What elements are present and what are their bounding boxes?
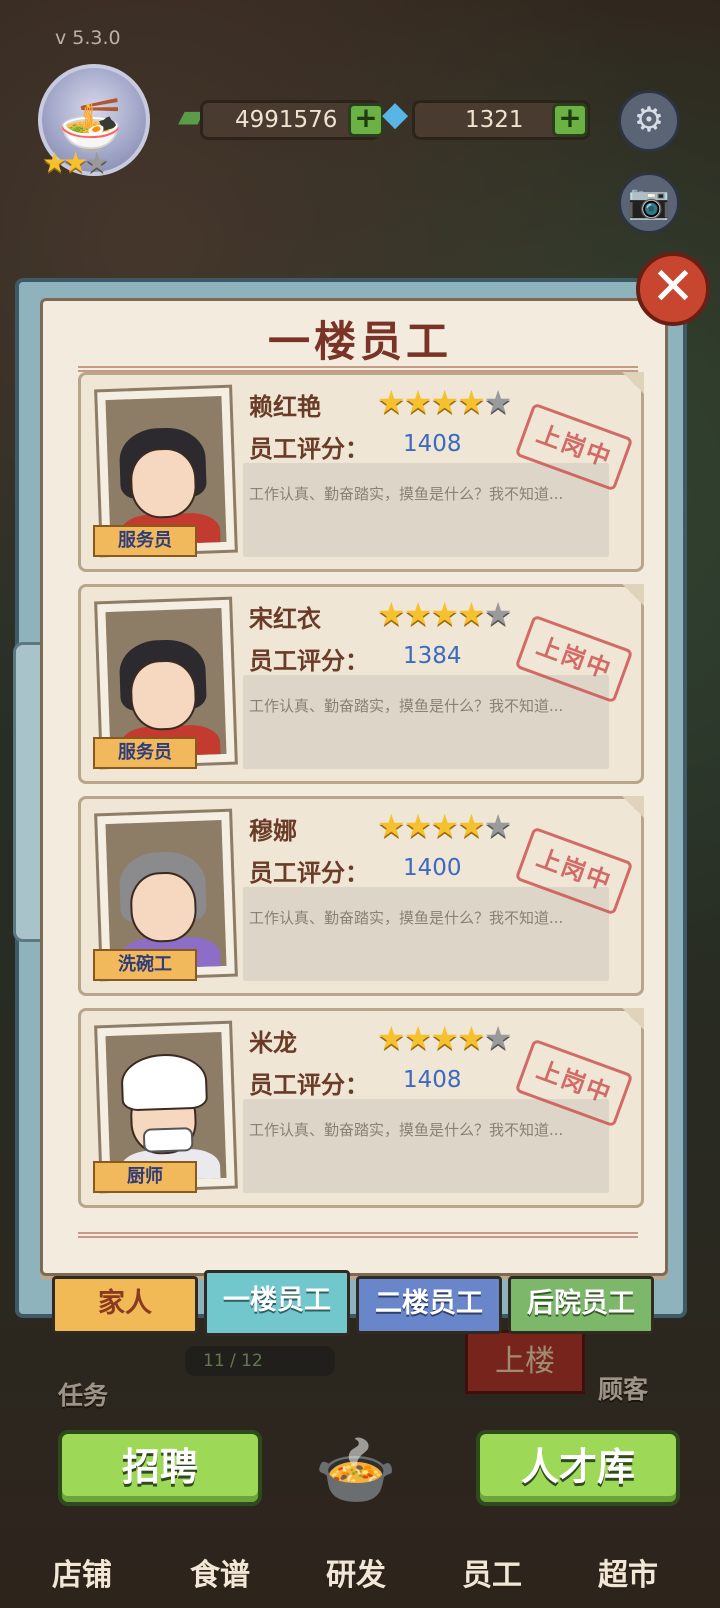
face [129, 658, 198, 732]
nav-staff[interactable]: 员工 [462, 1550, 522, 1594]
score-label: 员工评分： [249, 647, 369, 675]
employee-stars: ★★★★★ [377, 595, 512, 633]
score-label: 员工评分： [249, 435, 369, 463]
score-value: 1384 [403, 643, 462, 669]
rank-stars: ★★★ [42, 146, 109, 179]
restaurant-rank-badge[interactable]: 🍜 ★★★ [28, 60, 160, 190]
employee-description: 工作认真、勤奋踏实，摸鱼是什么？我不知道... [249, 485, 564, 503]
score-value: 1408 [403, 431, 462, 457]
employee-description: 工作认真、勤奋踏实，摸鱼是什么？我不知道... [249, 909, 564, 927]
score-value: 1400 [403, 855, 462, 881]
employee-card[interactable]: 厨师 米龙 ★★★★★ 员工评分： 1408 工作认真、勤奋踏实，摸鱼是什么？我… [78, 1008, 644, 1208]
gem-icon: ◆ [382, 94, 409, 134]
recruit-button[interactable]: 招聘 [58, 1430, 262, 1506]
talent-pool-button[interactable]: 人才库 [476, 1430, 680, 1506]
employee-name: 宋红衣 [249, 605, 321, 633]
role-tag: 服务员 [93, 737, 197, 769]
gear-icon[interactable]: ⚙ [618, 90, 680, 152]
nav-research[interactable]: 研发 [326, 1550, 386, 1594]
nav-store[interactable]: 店铺 [52, 1550, 112, 1594]
employee-stars: ★★★★★ [377, 1019, 512, 1057]
tab-backyard-staff[interactable]: 后院员工 [508, 1276, 654, 1334]
description-box [243, 675, 609, 769]
face-mask [142, 1127, 194, 1153]
camera-icon[interactable]: 📷 [618, 172, 680, 234]
close-icon[interactable]: ✕ [636, 252, 710, 326]
nav-recipes[interactable]: 食谱 [190, 1550, 250, 1594]
description-box [243, 463, 609, 557]
score-label: 员工评分： [249, 1071, 369, 1099]
tab-floor2-staff[interactable]: 二楼员工 [356, 1276, 502, 1334]
employee-name: 赖红艳 [249, 393, 321, 421]
nav-market[interactable]: 超市 [598, 1550, 658, 1594]
employee-name: 穆娜 [249, 817, 297, 845]
bottom-divider [78, 1232, 638, 1238]
employee-description: 工作认真、勤奋踏实，摸鱼是什么？我不知道... [249, 1121, 564, 1139]
staff-tabs: 家人 一楼员工 二楼员工 后院员工 [52, 1270, 662, 1336]
bottom-nav: 店铺 食谱 研发 员工 超市 [0, 1520, 720, 1608]
face [129, 870, 198, 944]
employee-stars: ★★★★★ [377, 383, 512, 421]
tab-family[interactable]: 家人 [52, 1276, 198, 1334]
add-gems-button[interactable]: + [552, 103, 588, 137]
add-money-button[interactable]: + [348, 103, 384, 137]
employee-card[interactable]: 洗碗工 穆娜 ★★★★★ 员工评分： 1400 工作认真、勤奋踏实，摸鱼是什么？… [78, 796, 644, 996]
chef-hat [120, 1052, 209, 1112]
panel-title: 一楼员工 [267, 317, 452, 366]
employee-card[interactable]: 服务员 赖红艳 ★★★★★ 员工评分： 1408 工作认真、勤奋踏实，摸鱼是什么… [78, 372, 644, 572]
description-box [243, 887, 609, 981]
employee-name: 米龙 [249, 1029, 297, 1057]
employee-card[interactable]: 服务员 宋红衣 ★★★★★ 员工评分： 1384 工作认真、勤奋踏实，摸鱼是什么… [78, 584, 644, 784]
role-tag: 厨师 [93, 1161, 197, 1193]
score-label: 员工评分： [249, 859, 369, 887]
score-value: 1408 [403, 1067, 462, 1093]
role-tag: 服务员 [93, 525, 197, 557]
employee-description: 工作认真、勤奋踏实，摸鱼是什么？我不知道... [249, 697, 564, 715]
version-label: v 5.3.0 [55, 27, 121, 49]
description-box [243, 1099, 609, 1193]
pot-icon: 🍲 [314, 1432, 398, 1509]
tab-floor1-staff[interactable]: 一楼员工 [204, 1270, 350, 1336]
face [129, 446, 198, 520]
role-tag: 洗碗工 [93, 949, 197, 981]
employee-stars: ★★★★★ [377, 807, 512, 845]
